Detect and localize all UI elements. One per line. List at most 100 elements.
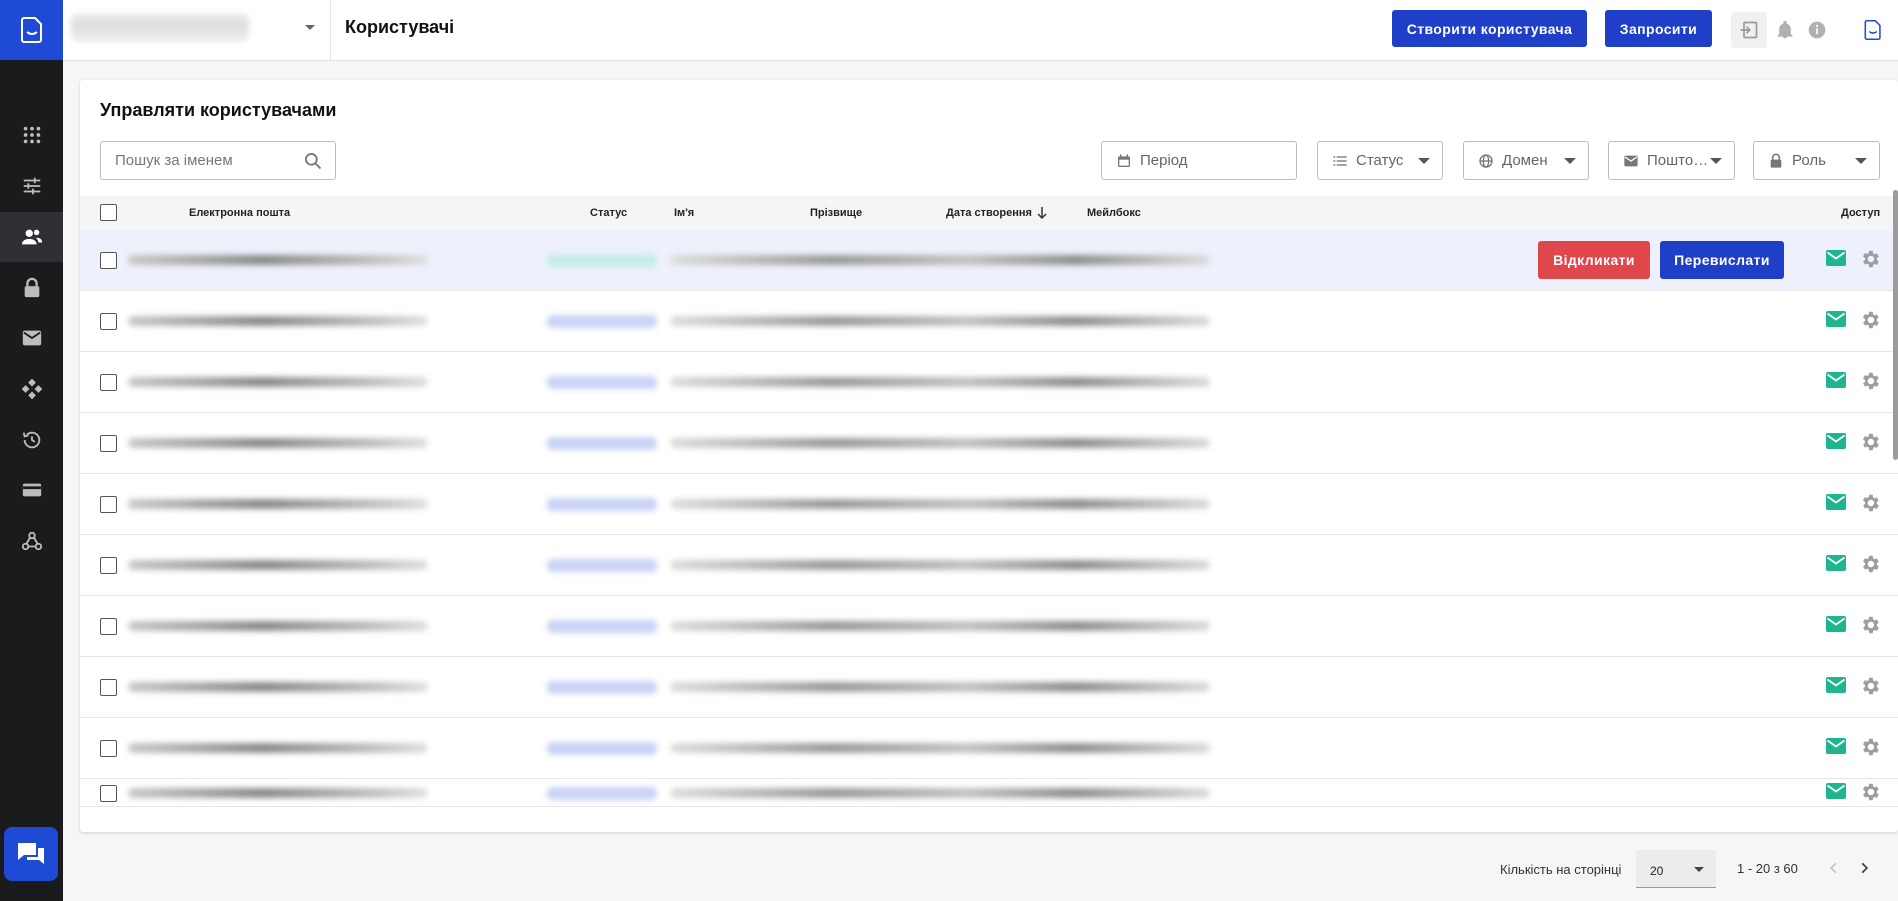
sidebar-item-apps[interactable]	[0, 110, 63, 160]
resend-button[interactable]: Перевислати	[1660, 241, 1784, 279]
search-box[interactable]	[100, 141, 336, 180]
row-checkbox[interactable]	[100, 785, 117, 802]
users-card: Управляти користувачами Період Статус До…	[80, 80, 1898, 832]
table-row[interactable]	[80, 474, 1898, 535]
invite-button[interactable]: Запросити	[1605, 10, 1712, 47]
gear-icon[interactable]	[1859, 736, 1881, 758]
status-redacted	[547, 559, 657, 572]
domain-filter[interactable]: Домен	[1463, 141, 1589, 180]
row-checkbox[interactable]	[100, 740, 117, 757]
prev-page-button[interactable]	[1822, 856, 1846, 880]
mail-access-icon[interactable]	[1826, 311, 1846, 327]
status-redacted	[547, 498, 657, 511]
period-filter[interactable]: Період	[1101, 141, 1297, 180]
gear-icon[interactable]	[1859, 248, 1881, 270]
status-redacted	[547, 787, 657, 800]
chevron-down-icon	[1710, 158, 1722, 164]
app-logo[interactable]	[0, 0, 63, 60]
gear-icon[interactable]	[1859, 614, 1881, 636]
table-row[interactable]	[80, 352, 1898, 413]
row-checkbox[interactable]	[100, 496, 117, 513]
email-redacted	[128, 377, 428, 387]
sidebar-item-settings[interactable]	[0, 161, 63, 211]
organization-selector[interactable]	[63, 0, 331, 61]
import-button[interactable]	[1731, 12, 1767, 48]
chevron-down-icon	[305, 25, 315, 30]
table-row[interactable]	[80, 413, 1898, 474]
per-page-select[interactable]: 20	[1636, 850, 1716, 888]
mail-access-icon[interactable]	[1826, 372, 1846, 388]
card-title: Управляти користувачами	[100, 100, 337, 120]
mail-access-icon[interactable]	[1826, 494, 1846, 510]
table-row[interactable]: Відкликати Перевислати	[80, 230, 1898, 291]
row-checkbox[interactable]	[100, 313, 117, 330]
role-filter[interactable]: Роль	[1753, 141, 1880, 180]
info-button[interactable]	[1799, 12, 1835, 48]
row-checkbox[interactable]	[100, 435, 117, 452]
table-row[interactable]	[80, 291, 1898, 352]
gear-icon[interactable]	[1859, 675, 1881, 697]
chevron-down-icon	[1564, 158, 1576, 164]
status-redacted	[547, 742, 657, 755]
mail-access-icon[interactable]	[1826, 555, 1846, 571]
column-created-date[interactable]: Дата створення	[946, 207, 1032, 219]
search-input[interactable]	[115, 152, 295, 169]
bell-icon	[1777, 20, 1793, 39]
mail-access-icon[interactable]	[1826, 677, 1846, 693]
mail-access-icon[interactable]	[1826, 433, 1846, 449]
app-brand-button[interactable]	[1853, 10, 1893, 50]
mail-access-icon[interactable]	[1826, 616, 1846, 632]
sidebar-item-history[interactable]	[0, 415, 63, 465]
column-email[interactable]: Електронна пошта	[189, 207, 290, 219]
mail-filter[interactable]: Пошто…	[1608, 141, 1735, 180]
table-row[interactable]	[80, 535, 1898, 596]
row-details-redacted	[670, 438, 1210, 448]
gear-icon[interactable]	[1859, 553, 1881, 575]
sort-arrow-down-icon[interactable]	[1036, 206, 1048, 220]
column-status[interactable]: Статус	[590, 207, 627, 219]
sidebar-item-integrations[interactable]	[0, 364, 63, 414]
email-redacted	[128, 499, 428, 509]
chevron-right-icon	[1861, 862, 1869, 874]
next-page-button[interactable]	[1852, 856, 1876, 880]
sidebar-item-mail[interactable]	[0, 313, 63, 363]
email-redacted	[128, 788, 428, 798]
column-first-name[interactable]: Ім'я	[674, 207, 694, 219]
sidebar-item-billing[interactable]	[0, 465, 63, 515]
lock-icon	[1768, 153, 1784, 169]
select-all-checkbox[interactable]	[100, 204, 117, 221]
create-user-button[interactable]: Створити користувача	[1392, 10, 1587, 47]
row-checkbox[interactable]	[100, 252, 117, 269]
sidebar-item-webhooks[interactable]	[0, 516, 63, 566]
table-scrollbar[interactable]	[1893, 190, 1898, 460]
info-icon	[1808, 21, 1826, 39]
column-last-name[interactable]: Прізвище	[810, 207, 862, 219]
table-row[interactable]	[80, 596, 1898, 657]
column-mailbox[interactable]: Мейлбокс	[1087, 207, 1141, 219]
envelope-icon	[22, 330, 41, 346]
row-checkbox[interactable]	[100, 374, 117, 391]
table-row[interactable]	[80, 657, 1898, 718]
search-icon	[305, 153, 322, 170]
row-checkbox[interactable]	[100, 557, 117, 574]
table-row[interactable]	[80, 718, 1898, 779]
table-row[interactable]	[80, 779, 1898, 807]
mail-access-icon[interactable]	[1826, 738, 1846, 754]
gear-icon[interactable]	[1859, 309, 1881, 331]
gear-icon[interactable]	[1859, 492, 1881, 514]
mail-access-icon[interactable]	[1826, 783, 1846, 799]
gear-icon[interactable]	[1859, 781, 1881, 803]
chat-icon	[18, 843, 44, 864]
status-filter[interactable]: Статус	[1317, 141, 1443, 180]
gear-icon[interactable]	[1859, 370, 1881, 392]
row-checkbox[interactable]	[100, 618, 117, 635]
revoke-button[interactable]: Відкликати	[1538, 241, 1650, 279]
globe-icon	[1478, 153, 1494, 169]
sidebar-item-security[interactable]	[0, 263, 63, 313]
sidebar-item-users[interactable]	[0, 212, 63, 262]
notifications-button[interactable]	[1767, 12, 1803, 48]
gear-icon[interactable]	[1859, 431, 1881, 453]
row-checkbox[interactable]	[100, 679, 117, 696]
mail-access-icon[interactable]	[1826, 250, 1846, 266]
chat-support-button[interactable]	[4, 827, 58, 881]
